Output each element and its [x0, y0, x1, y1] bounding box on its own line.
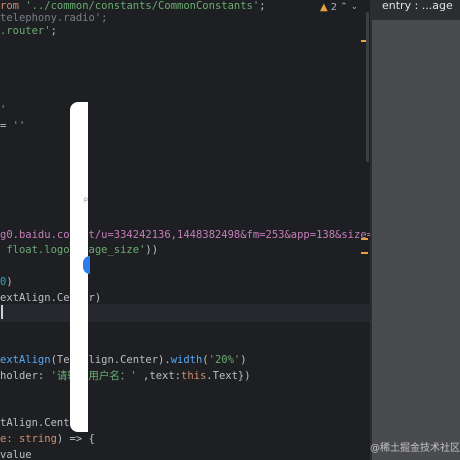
- previewer-title: entry : ...age: [382, 0, 453, 12]
- code-token: '': [12, 120, 26, 132]
- chevron-up-icon[interactable]: ⌃: [340, 2, 348, 12]
- code-token: width: [170, 354, 203, 366]
- code-token: ;: [101, 12, 108, 24]
- code-token: string: [18, 433, 57, 445]
- code-token: '请输入用户名：': [50, 370, 137, 382]
- code-token: e:: [0, 433, 19, 445]
- code-line[interactable]: [0, 304, 370, 322]
- vertical-scrollbar[interactable]: [366, 12, 369, 162]
- device-text-glimpse: р: [84, 196, 88, 203]
- previewer-panel: entry : ...age: [372, 0, 460, 460]
- code-token: .router': [0, 25, 51, 37]
- code-token: g0.baidu.com/it/u=334242136,1448382498&f…: [0, 229, 370, 241]
- code-token: ): [240, 354, 247, 366]
- code-token: ,text:: [136, 370, 181, 382]
- code-token: ): [6, 276, 13, 288]
- warning-triangle-icon: ▲: [320, 1, 328, 13]
- inspections-widget[interactable]: ▲ 2 ⌃ ⌄: [320, 0, 358, 14]
- watermark: @稀土掘金技术社区: [370, 443, 460, 454]
- warning-marker[interactable]: [361, 252, 368, 254]
- code-editor[interactable]: rom '../common/constants/CommonConstants…: [0, 0, 370, 460]
- code-token: (TextAlign.Center).: [50, 354, 171, 366]
- code-line[interactable]: holder: '请输入用户名：' ,text:this.Text}): [0, 367, 251, 385]
- code-token: ;: [50, 25, 57, 37]
- code-token: .Text}): [206, 370, 251, 382]
- chevron-down-icon[interactable]: ⌄: [351, 2, 359, 12]
- code-token: extAlign: [0, 354, 51, 366]
- code-token: ;: [259, 0, 266, 12]
- code-token: this: [181, 370, 207, 382]
- code-token: ': [0, 104, 7, 116]
- code-token: value: [0, 449, 32, 460]
- warning-count: 2: [330, 1, 338, 13]
- code-line[interactable]: .router';: [0, 22, 57, 40]
- code-token: holder:: [0, 370, 51, 382]
- warning-marker[interactable]: [361, 238, 368, 240]
- code-token: '20%': [208, 354, 241, 366]
- device-button[interactable]: [83, 256, 90, 274]
- code-token: )): [145, 244, 159, 256]
- code-token: ) => {: [56, 433, 95, 445]
- previewer-canvas: [372, 20, 460, 460]
- code-line[interactable]: = '': [0, 117, 25, 135]
- code-token: =: [0, 120, 13, 132]
- code-line[interactable]: value: [0, 446, 32, 460]
- text-caret: [1, 305, 3, 319]
